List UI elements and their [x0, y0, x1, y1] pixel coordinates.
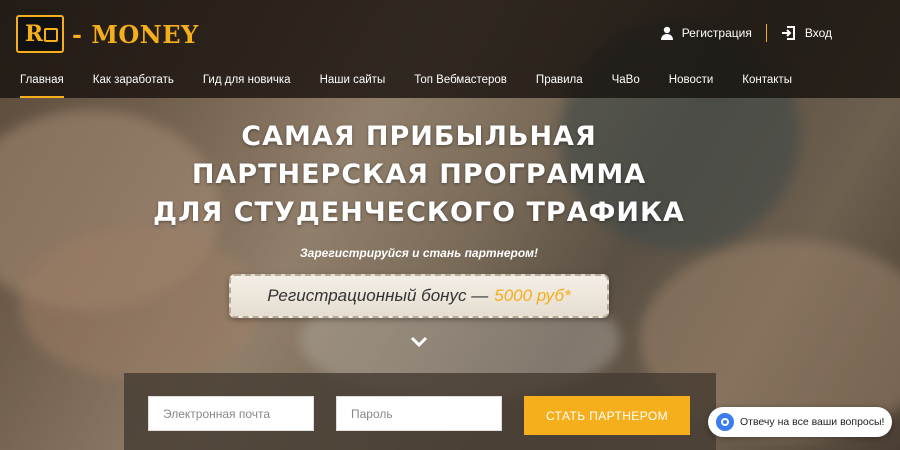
login-link[interactable]: Вход: [781, 26, 832, 40]
bonus-text: Регистрационный бонус —: [267, 286, 489, 305]
hero-title-line: ДЛЯ СТУДЕНЧЕСКОГО ТРАФИКА: [153, 197, 685, 228]
top-bar: R - MONEY Регистрация Вход Главная Как з…: [0, 0, 900, 98]
logo-mark: R: [16, 15, 64, 53]
login-label: Вход: [804, 26, 832, 40]
hero-title-line: САМАЯ ПРИБЫЛЬНАЯ: [241, 121, 597, 152]
bonus-amount: 5000 руб*: [494, 286, 571, 305]
email-field[interactable]: [148, 396, 314, 431]
nav-item-our-sites[interactable]: Наши сайты: [320, 66, 386, 98]
login-icon: [781, 26, 795, 40]
logo-text: - MONEY: [72, 19, 199, 49]
register-link[interactable]: Регистрация: [660, 26, 752, 40]
hero-subtitle: Зарегистрируйся и стань партнером!: [299, 246, 539, 260]
auth-links: Регистрация Вход: [660, 24, 832, 42]
main-nav: Главная Как заработать Гид для новичка Н…: [0, 66, 900, 98]
wallet-icon: [44, 28, 58, 42]
auth-divider: [765, 24, 767, 42]
nav-item-top-webmasters[interactable]: Топ Вебмастеров: [414, 66, 507, 98]
nav-item-contacts[interactable]: Контакты: [742, 66, 792, 98]
become-partner-button[interactable]: СТАТЬ ПАРТНЕРОМ: [524, 396, 690, 435]
chat-label: Отвечу на все ваши вопросы!: [740, 416, 885, 428]
nav-item-news[interactable]: Новости: [669, 66, 714, 98]
nav-item-how-to-earn[interactable]: Как заработать: [93, 66, 174, 98]
nav-item-rules[interactable]: Правила: [536, 66, 583, 98]
password-field[interactable]: [336, 396, 502, 431]
chat-icon: [716, 413, 734, 431]
nav-item-main[interactable]: Главная: [20, 66, 64, 98]
bonus-banner: Регистрационный бонус — 5000 руб*: [229, 274, 609, 318]
hero-title: САМАЯ ПРИБЫЛЬНАЯ ПАРТНЕРСКАЯ ПРОГРАММА Д…: [0, 118, 838, 232]
user-icon: [660, 26, 673, 40]
logo-letter: R: [24, 21, 44, 47]
nav-item-beginner-guide[interactable]: Гид для новичка: [203, 66, 291, 98]
nav-item-faq[interactable]: ЧаВо: [612, 66, 640, 98]
hero-title-line: ПАРТНЕРСКАЯ ПРОГРАММА: [191, 159, 647, 190]
logo[interactable]: R - MONEY: [16, 14, 199, 54]
register-label: Регистрация: [681, 26, 752, 40]
chevron-down-icon[interactable]: [410, 335, 428, 349]
chat-widget[interactable]: Отвечу на все ваши вопросы!: [708, 407, 892, 437]
